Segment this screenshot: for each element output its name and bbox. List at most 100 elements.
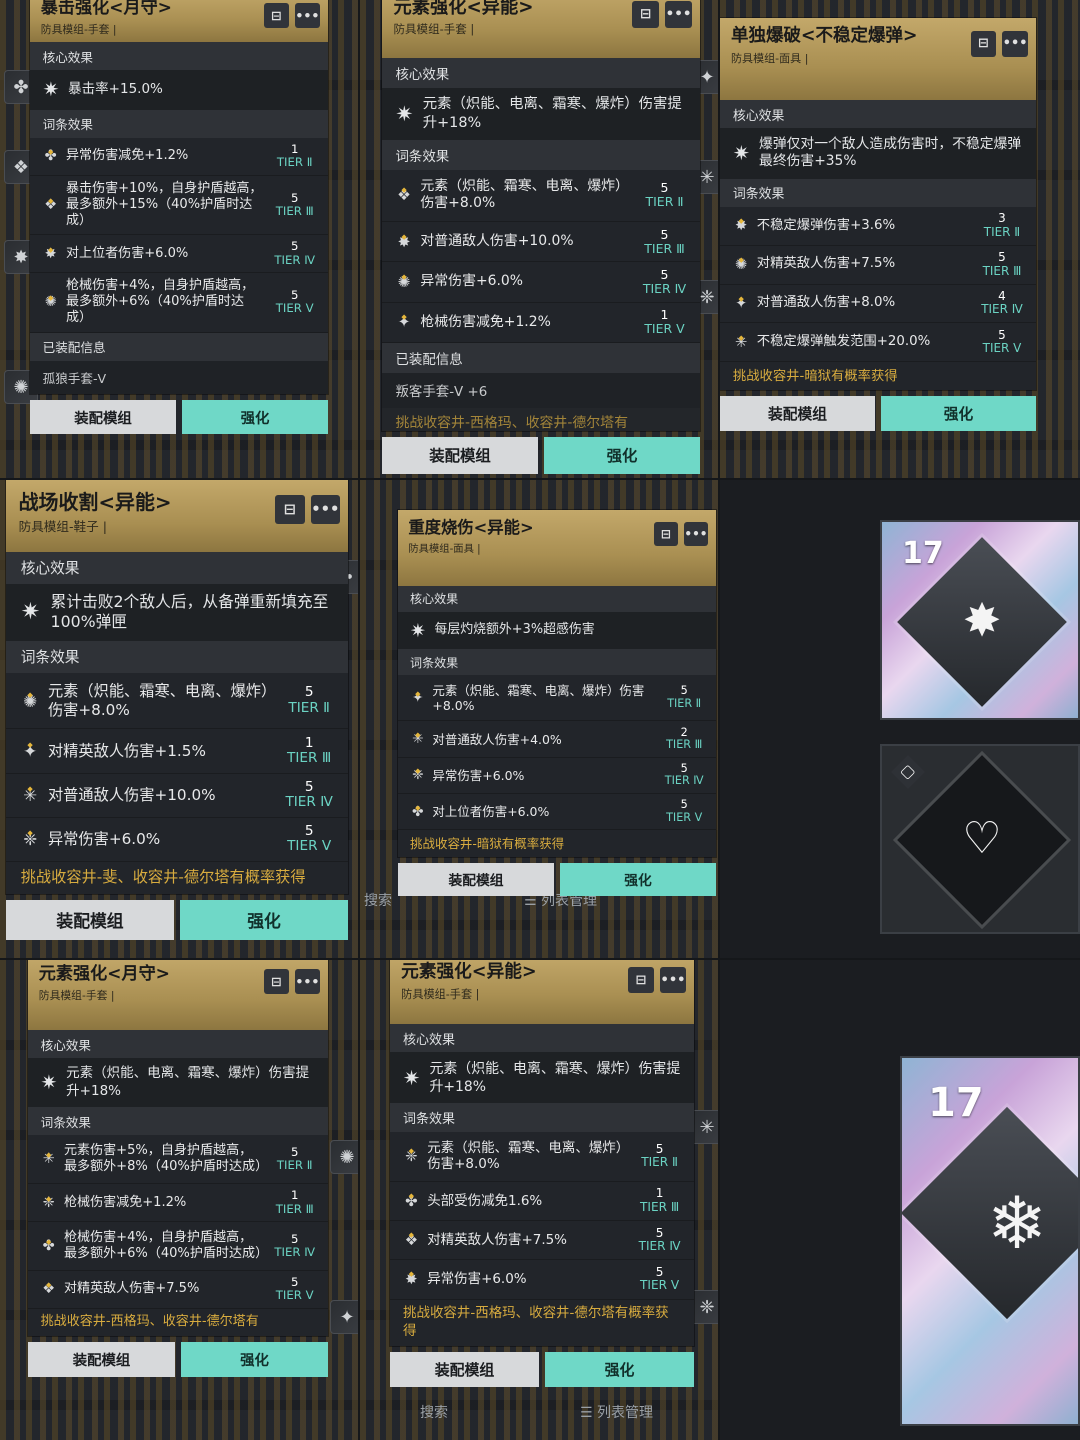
core-effect-icon: ✷ xyxy=(732,141,750,166)
module-thumb-icon[interactable]: ✦ xyxy=(330,1300,358,1334)
module-thumb-icon[interactable]: ✳ xyxy=(690,1110,718,1144)
action-buttons: 装配模组 强化 xyxy=(382,437,700,474)
affix-row[interactable]: ✦ 对普通敌人伤害+8.0% 4TIER Ⅳ xyxy=(720,284,1036,324)
affix-row[interactable]: ❖ 元素（炽能、霜寒、电离、爆炸）伤害+8.0% 5TIER Ⅱ xyxy=(382,169,700,222)
affix-row[interactable]: ❖暴击伤害+10%，自身护盾越高，最多额外+15%（40%护盾时达成）5TIER… xyxy=(30,175,328,236)
lock-icon[interactable]: ⊟ xyxy=(275,494,305,525)
tier-badge: 5 TIER Ⅳ xyxy=(661,762,707,788)
module-card: 重度烧伤<异能> 防具模组-面具 | ⊟ ••• 核心效果 ✷ 每层灼烧额外+3%超感伤害词… xyxy=(398,510,716,857)
affix-effect-heading: 词条效果 xyxy=(6,641,348,673)
affix-row[interactable]: ✸ 对普通敌人伤害+10.0% 5TIER Ⅲ xyxy=(382,221,700,263)
affix-row[interactable]: ✤枪械伤害+4%，自身护盾越高，最多额外+6%（40%护盾时达成）5TIER Ⅳ xyxy=(28,1222,328,1271)
lock-icon[interactable]: ⊟ xyxy=(653,522,678,547)
screenshot-tile: ✤ ❖ ✸ ✺ 暴击强化<月守> 防具模组-手套 | ⊟ ••• 核心效果 ✷ 暴击率+15.0% 词… xyxy=(0,0,358,478)
module-card-header: 单独爆破<不稳定爆弹> 防具模组-面具 | ⊟ ••• xyxy=(720,18,1036,100)
lock-icon[interactable]: ⊟ xyxy=(263,968,289,994)
header-buttons: ⊟ ••• xyxy=(632,1,692,29)
lock-icon[interactable]: ⊟ xyxy=(627,967,654,994)
module-art-card[interactable]: 17 ✸ xyxy=(880,520,1080,720)
affix-icon: ✳ xyxy=(410,731,425,747)
tier-badge: 5 TIER Ⅲ xyxy=(639,227,691,256)
affix-row[interactable]: ✺ 元素（炽能、霜寒、电离、爆炸）伤害+8.0% 5TIER Ⅱ xyxy=(6,672,348,730)
equip-module-button[interactable]: 装配模组 xyxy=(6,900,174,941)
upgrade-button[interactable]: 强化 xyxy=(560,863,716,896)
affix-row[interactable]: ✤ 异常伤害减免+1.2% 1TIER Ⅱ xyxy=(30,137,328,176)
affix-row[interactable]: ✸ 对上位者伤害+6.0% 5TIER Ⅳ xyxy=(30,235,328,274)
affix-text: 对普通敌人伤害+10.0% xyxy=(47,785,216,804)
affix-row[interactable]: ✺ 枪械伤害+4%，自身护盾越高，最多额外+6%（40%护盾时达成） 5TIER Ⅴ xyxy=(30,273,328,333)
affix-row[interactable]: ✦ 元素（炽能、霜寒、电离、爆炸）伤害+8.0% 5TIER Ⅱ xyxy=(398,675,716,722)
action-buttons: 装配模组 强化 xyxy=(390,1351,694,1388)
affix-row[interactable]: ✤ 对上位者伤害+6.0% 5TIER Ⅴ xyxy=(398,794,716,831)
core-effect-text: 元素（炽能、电离、霜寒、爆炸）伤害提升+18% xyxy=(422,96,682,131)
affix-row[interactable]: ✸ 异常伤害+6.0% 5TIER Ⅴ xyxy=(390,1260,694,1300)
equip-module-button[interactable]: 装配模组 xyxy=(30,399,176,435)
lock-icon[interactable]: ⊟ xyxy=(632,1,660,29)
affix-row[interactable]: ✸ 不稳定爆弹伤害+3.6% 3TIER Ⅱ xyxy=(720,206,1036,246)
affix-row[interactable]: ✳ 对普通敌人伤害+10.0% 5TIER Ⅳ xyxy=(6,773,348,818)
affix-row[interactable]: ✦ 枪械伤害减免+1.2% 1TIER Ⅴ xyxy=(382,302,700,344)
tier-count: 5 xyxy=(660,180,669,196)
affix-row[interactable]: ✺ 对精英敌人伤害+7.5% 5TIER Ⅲ xyxy=(720,245,1036,285)
header-buttons: ⊟ ••• xyxy=(653,522,708,547)
module-level-number: 17 xyxy=(928,1080,984,1126)
lock-icon[interactable]: ⊟ xyxy=(970,30,997,57)
affix-row[interactable]: ❈ 异常伤害+6.0% 5TIER Ⅴ xyxy=(6,817,348,862)
upgrade-button[interactable]: 强化 xyxy=(180,900,348,941)
tier-count: 5 xyxy=(290,190,299,205)
core-effect-icon: ✷ xyxy=(42,78,60,102)
more-options-icon[interactable]: ••• xyxy=(294,2,320,28)
tier-level: TIER Ⅲ xyxy=(644,240,685,256)
affix-row[interactable]: ✦ 对精英敌人伤害+1.5% 1TIER Ⅲ xyxy=(6,729,348,774)
affix-row[interactable]: ❖ 对精英敌人伤害+7.5% 5TIER Ⅴ xyxy=(28,1270,328,1309)
affix-row[interactable]: ✳ 元素伤害+5%，自身护盾越高，最多额外+8%（40%护盾时达成）5TIER Ⅱ xyxy=(28,1135,328,1185)
equip-module-button[interactable]: 装配模组 xyxy=(720,396,875,432)
affix-row[interactable]: ❈ 异常伤害+6.0% 5TIER Ⅳ xyxy=(398,757,716,795)
tier-badge: 5 TIER Ⅳ xyxy=(270,240,319,266)
upgrade-button[interactable]: 强化 xyxy=(545,1351,694,1388)
equip-module-button[interactable]: 装配模组 xyxy=(390,1351,539,1388)
affix-text: 枪械伤害减免+1.2% xyxy=(420,313,551,330)
lock-icon[interactable]: ⊟ xyxy=(263,2,289,28)
more-options-icon[interactable]: ••• xyxy=(659,967,686,994)
search-label[interactable]: 搜索 xyxy=(420,1402,448,1422)
list-management-label[interactable]: ☰ 列表管理 xyxy=(580,1402,653,1422)
tier-count: 5 xyxy=(998,250,1006,265)
tier-count: 5 xyxy=(290,239,299,254)
upgrade-button[interactable]: 强化 xyxy=(182,399,328,435)
more-options-icon[interactable]: ••• xyxy=(665,1,692,29)
tier-badge: 5 TIER Ⅲ xyxy=(977,250,1027,278)
tier-count: 5 xyxy=(304,778,314,795)
upgrade-button[interactable]: 强化 xyxy=(881,396,1036,432)
tier-level: TIER Ⅲ xyxy=(275,203,314,218)
module-title: 战场收割<异能> xyxy=(18,489,172,514)
module-art-card[interactable]: ♡ ▢ xyxy=(880,744,1080,934)
affix-row[interactable]: ✺ 异常伤害+6.0% 5TIER Ⅳ xyxy=(382,262,700,303)
affix-row[interactable]: ✳ 不稳定爆弹触发范围+20.0% 5TIER Ⅴ xyxy=(720,323,1036,363)
affix-row[interactable]: ✳ 对普通敌人伤害+4.0% 2TIER Ⅲ xyxy=(398,721,716,758)
more-options-icon[interactable]: ••• xyxy=(1002,30,1028,57)
affix-icon: ✸ xyxy=(403,1270,420,1288)
tier-badge: 5 TIER Ⅴ xyxy=(661,799,707,824)
more-options-icon[interactable]: ••• xyxy=(310,494,340,525)
more-options-icon[interactable]: ••• xyxy=(294,968,320,994)
search-label[interactable]: 搜索 xyxy=(364,890,392,910)
module-art-card[interactable]: 17 ❄ xyxy=(900,1056,1080,1426)
tier-badge: 2 TIER Ⅲ xyxy=(661,726,707,752)
affix-icon: ✤ xyxy=(43,148,59,164)
upgrade-button[interactable]: 强化 xyxy=(181,1342,328,1377)
equip-module-button[interactable]: 装配模组 xyxy=(398,863,554,896)
more-options-icon[interactable]: ••• xyxy=(683,522,708,547)
equip-module-button[interactable]: 装配模组 xyxy=(382,437,538,474)
tier-level: TIER Ⅳ xyxy=(638,1239,681,1254)
affix-row[interactable]: ❖ 对精英敌人伤害+7.5% 5TIER Ⅳ xyxy=(390,1221,694,1261)
module-thumb-icon[interactable]: ❈ xyxy=(690,1290,718,1324)
affix-row[interactable]: ✤ 头部受伤减免1.6% 1TIER Ⅲ xyxy=(390,1181,694,1222)
tier-badge: 5 TIER Ⅱ xyxy=(281,684,338,716)
module-thumb-icon[interactable]: ✺ xyxy=(330,1140,358,1174)
affix-row[interactable]: ❈ 枪械伤害减免+1.2% 1TIER Ⅲ xyxy=(28,1184,328,1223)
equip-module-button[interactable]: 装配模组 xyxy=(28,1342,175,1377)
module-card-header: 元素强化<月守> 防具模组-手套 | ⊟ ••• xyxy=(28,960,328,1030)
upgrade-button[interactable]: 强化 xyxy=(544,437,700,474)
affix-row[interactable]: ❈ 元素（炽能、霜寒、电离、爆炸）伤害+8.0% 5TIER Ⅱ xyxy=(390,1131,694,1182)
